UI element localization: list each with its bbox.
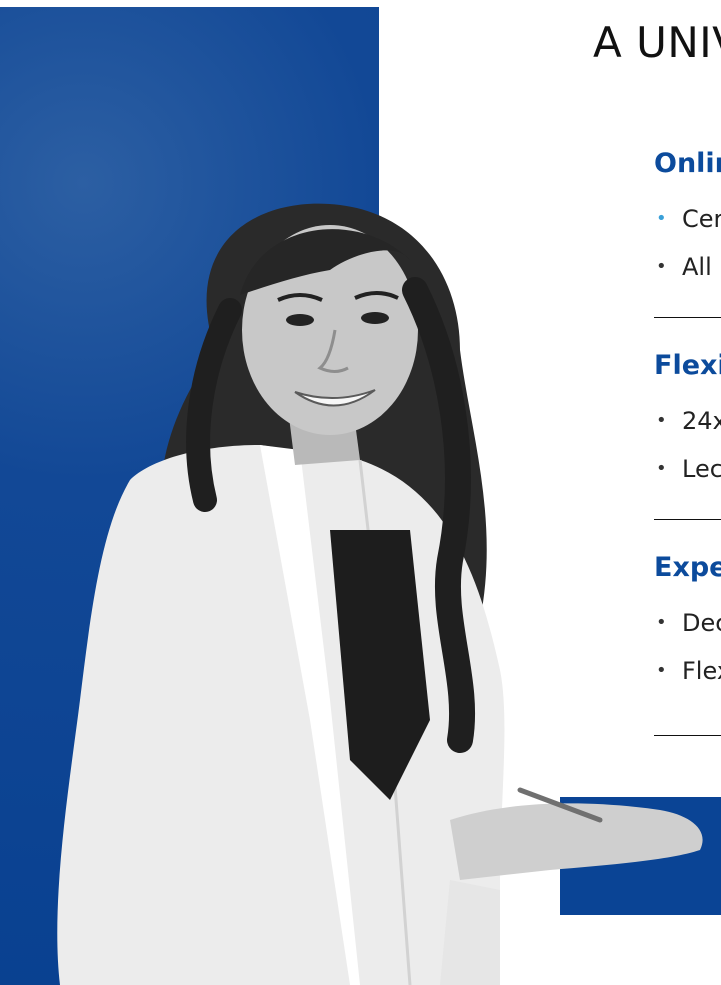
section-heading: Onlin: [654, 148, 721, 179]
page-title: A UNIV: [593, 18, 721, 67]
student-portrait-image: [57, 203, 703, 985]
